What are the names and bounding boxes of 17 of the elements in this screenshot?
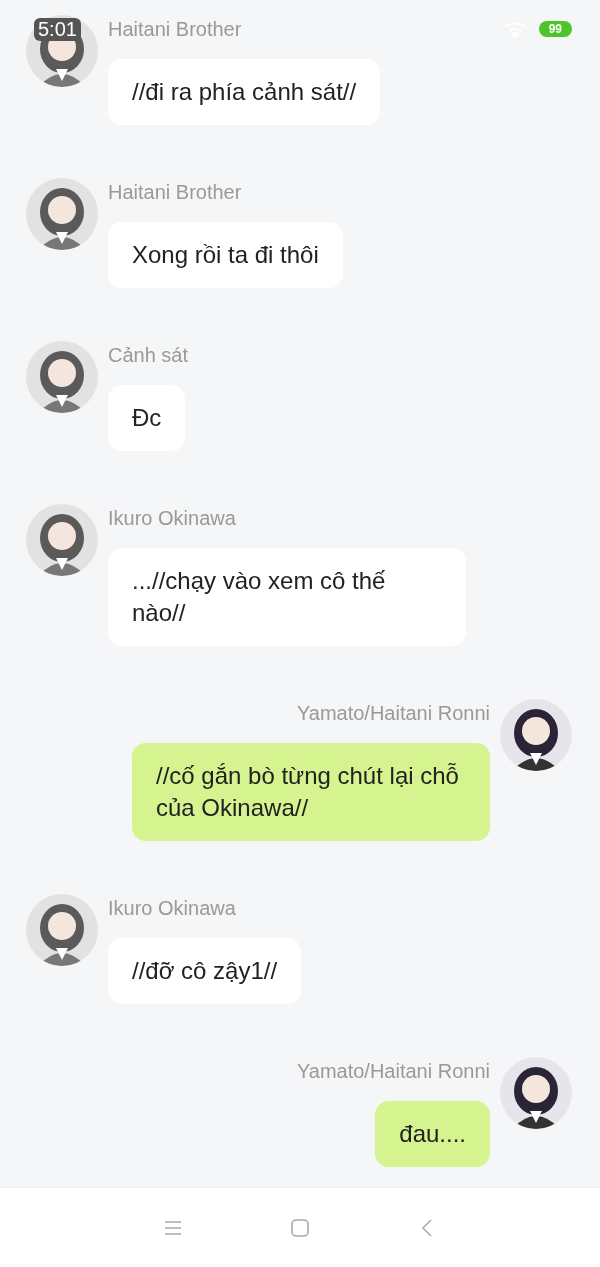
sender-name: Ikuro Okinawa xyxy=(108,896,236,920)
message-bubble: Đc xyxy=(108,385,186,451)
message-bubble: Xong rồi ta đi thôi xyxy=(108,222,343,288)
message-bubble: ...//chạy vào xem cô thế nào// xyxy=(108,548,466,646)
sender-name: Cảnh sát xyxy=(108,343,189,367)
message-bubble: đau.... xyxy=(375,1101,490,1167)
battery-level: 99 xyxy=(538,21,572,37)
sender-name: Yamato/Haitani Ronni xyxy=(296,701,490,725)
message-bubble: //đi ra phía cảnh sát// xyxy=(108,59,381,125)
sender-name: Ikuro Okinawa xyxy=(108,506,236,530)
home-icon[interactable] xyxy=(289,1216,311,1239)
message-bubble: //cố gắn bò từng chút lại chỗ của Okinawa// xyxy=(132,743,490,841)
status-time: 5:01 xyxy=(34,17,81,41)
sender-name: Haitani Brother xyxy=(108,17,242,41)
message-bubble: //đỡ cô zậy1// xyxy=(108,938,302,1004)
sender-name: Haitani Brother xyxy=(108,180,242,204)
sender-name: Yamato/Haitani Ronni xyxy=(296,1059,490,1083)
